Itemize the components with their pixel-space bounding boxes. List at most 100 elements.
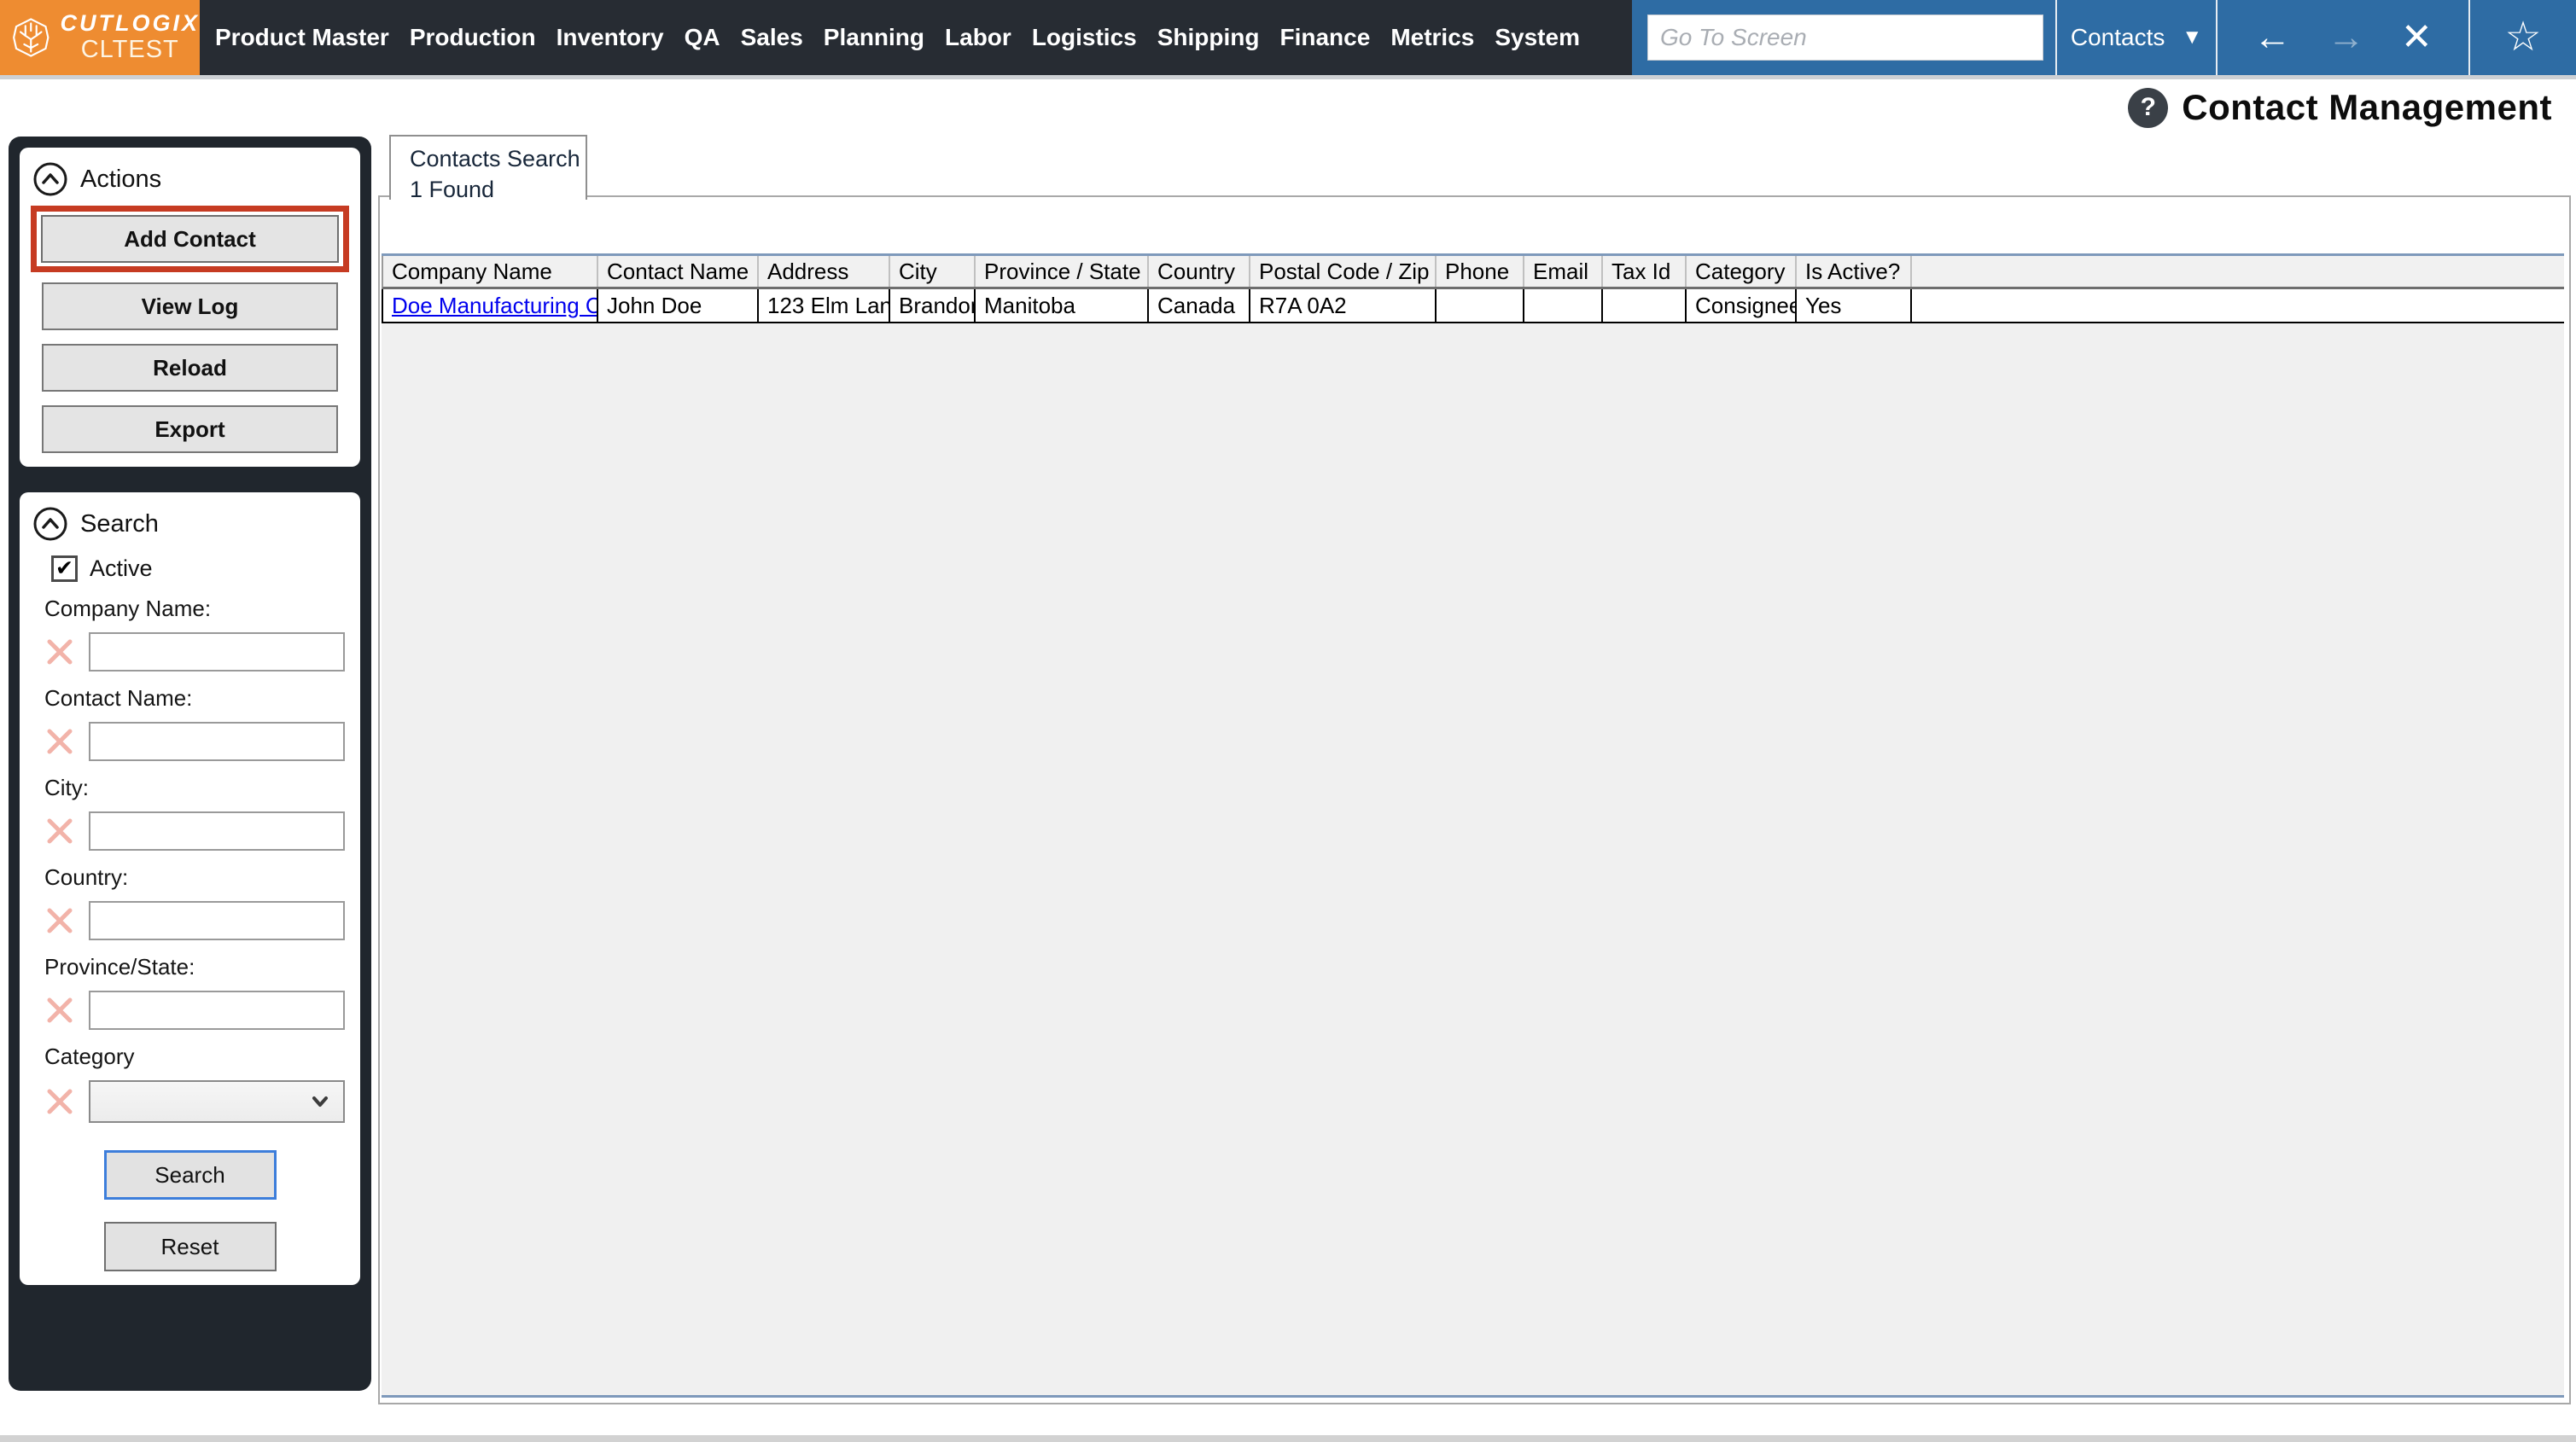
column-header-is-active[interactable]: Is Active?: [1797, 256, 1912, 287]
menu-item-shipping[interactable]: Shipping: [1157, 24, 1260, 51]
left-sidebar: Actions Add Contact View Log Reload Expo…: [9, 137, 371, 1391]
menu-item-inventory[interactable]: Inventory: [557, 24, 664, 51]
cell-category: Consignee: [1687, 289, 1797, 322]
page-title-area: ? Contact Management: [2128, 87, 2552, 128]
column-header-filler: [1912, 256, 2564, 287]
main-menu: Product Master Production Inventory QA S…: [200, 0, 1632, 75]
contact-name-label: Contact Name:: [44, 685, 349, 712]
help-icon[interactable]: ?: [2128, 88, 2168, 128]
column-header-category[interactable]: Category: [1687, 256, 1797, 287]
menu-item-labor[interactable]: Labor: [945, 24, 1011, 51]
cell-province-state: Manitoba: [976, 289, 1149, 322]
search-button[interactable]: Search: [104, 1150, 277, 1200]
clear-field-icon[interactable]: [43, 814, 77, 848]
action-buttons-group: View Log Reload Export: [31, 282, 349, 453]
back-arrow-icon[interactable]: ←: [2253, 19, 2291, 56]
menu-item-system[interactable]: System: [1495, 24, 1580, 51]
cutlogix-brain-icon: [12, 9, 50, 66]
menu-item-qa[interactable]: QA: [685, 24, 720, 51]
country-label: Country:: [44, 864, 349, 891]
menu-item-logistics[interactable]: Logistics: [1032, 24, 1137, 51]
city-input[interactable]: [89, 811, 345, 851]
menu-item-product-master[interactable]: Product Master: [215, 24, 389, 51]
collapse-chevron-icon[interactable]: [32, 161, 68, 197]
goto-screen-input[interactable]: [1647, 15, 2043, 61]
column-header-tax-id[interactable]: Tax Id: [1603, 256, 1687, 287]
add-contact-button[interactable]: Add Contact: [41, 215, 339, 263]
category-label: Category: [44, 1044, 349, 1070]
contact-name-field-row: [31, 722, 349, 761]
column-header-address[interactable]: Address: [759, 256, 890, 287]
clear-field-icon[interactable]: [43, 904, 77, 938]
column-header-province-state[interactable]: Province / State: [976, 256, 1149, 287]
city-label: City:: [44, 775, 349, 801]
company-name-field-row: [31, 632, 349, 672]
close-icon[interactable]: ✕: [2401, 19, 2433, 56]
company-name-link[interactable]: Doe Manufacturing Co.: [392, 293, 598, 319]
cell-city: Brandon: [890, 289, 976, 322]
province-state-input[interactable]: [89, 991, 345, 1030]
view-log-button[interactable]: View Log: [42, 282, 338, 330]
category-dropdown[interactable]: [89, 1080, 345, 1123]
menu-item-metrics[interactable]: Metrics: [1390, 24, 1474, 51]
contacts-grid: Company Name Contact Name Address City P…: [382, 253, 2564, 1398]
active-filter: ✔ Active: [51, 555, 349, 582]
favorite-star-icon[interactable]: ☆: [2504, 17, 2541, 58]
company-name-label: Company Name:: [44, 596, 349, 622]
logo-name: CUTLOGIX: [61, 11, 201, 37]
favorite-section: ☆: [2468, 0, 2576, 75]
cell-tax-id: [1603, 289, 1687, 322]
cell-postal-code: R7A 0A2: [1250, 289, 1437, 322]
search-panel: Search ✔ Active Company Name: Contact Na…: [20, 492, 360, 1285]
city-field-row: [31, 811, 349, 851]
menu-item-sales[interactable]: Sales: [741, 24, 803, 51]
column-header-email[interactable]: Email: [1524, 256, 1603, 287]
column-header-city[interactable]: City: [890, 256, 976, 287]
contact-name-input[interactable]: [89, 722, 345, 761]
app-logo: CUTLOGIX CLTEST: [0, 0, 200, 75]
country-input[interactable]: [89, 901, 345, 940]
active-checkbox[interactable]: ✔: [51, 555, 78, 582]
page-title: Contact Management: [2182, 87, 2552, 128]
menu-item-finance[interactable]: Finance: [1280, 24, 1371, 51]
window-bottom-edge: [0, 1435, 2576, 1442]
menu-item-planning[interactable]: Planning: [824, 24, 924, 51]
column-header-contact-name[interactable]: Contact Name: [598, 256, 759, 287]
clear-field-icon[interactable]: [43, 1084, 77, 1119]
chevron-down-icon: ▼: [2182, 26, 2202, 49]
search-panel-header: Search: [31, 501, 349, 550]
reload-button[interactable]: Reload: [42, 344, 338, 392]
menu-item-production[interactable]: Production: [410, 24, 536, 51]
actions-panel: Actions Add Contact View Log Reload Expo…: [20, 148, 360, 467]
cell-company-name: Doe Manufacturing Co.: [383, 289, 598, 322]
tab-result-count: 1 Found: [410, 174, 586, 205]
province-state-field-row: [31, 991, 349, 1030]
cell-phone: [1437, 289, 1524, 322]
reset-button[interactable]: Reset: [104, 1222, 277, 1271]
clear-field-icon[interactable]: [43, 724, 77, 759]
column-header-postal-code[interactable]: Postal Code / Zip: [1250, 256, 1437, 287]
tab-contacts-search[interactable]: Contacts Search 1 Found: [389, 135, 587, 200]
forward-arrow-icon[interactable]: →: [2328, 19, 2365, 56]
column-header-company-name[interactable]: Company Name: [383, 256, 598, 287]
search-panel-title: Search: [80, 510, 159, 538]
column-header-phone[interactable]: Phone: [1437, 256, 1524, 287]
category-field-row: [31, 1080, 349, 1123]
highlighted-button-outline: Add Contact: [31, 206, 349, 272]
topbar-right-section: Contacts ▼ ← → ✕ ☆: [1632, 0, 2576, 75]
tab-title: Contacts Search: [410, 143, 586, 174]
cell-email: [1524, 289, 1603, 322]
company-name-input[interactable]: [89, 632, 345, 672]
province-state-label: Province/State:: [44, 954, 349, 980]
collapse-chevron-icon[interactable]: [32, 506, 68, 542]
active-checkbox-label: Active: [90, 555, 153, 582]
cell-country: Canada: [1149, 289, 1250, 322]
actions-panel-title: Actions: [80, 166, 161, 194]
column-header-country[interactable]: Country: [1149, 256, 1250, 287]
actions-panel-header: Actions: [31, 156, 349, 206]
clear-field-icon[interactable]: [43, 635, 77, 669]
export-button[interactable]: Export: [42, 405, 338, 453]
cell-is-active: Yes: [1797, 289, 1912, 322]
screen-dropdown[interactable]: Contacts ▼: [2055, 0, 2216, 75]
clear-field-icon[interactable]: [43, 993, 77, 1027]
